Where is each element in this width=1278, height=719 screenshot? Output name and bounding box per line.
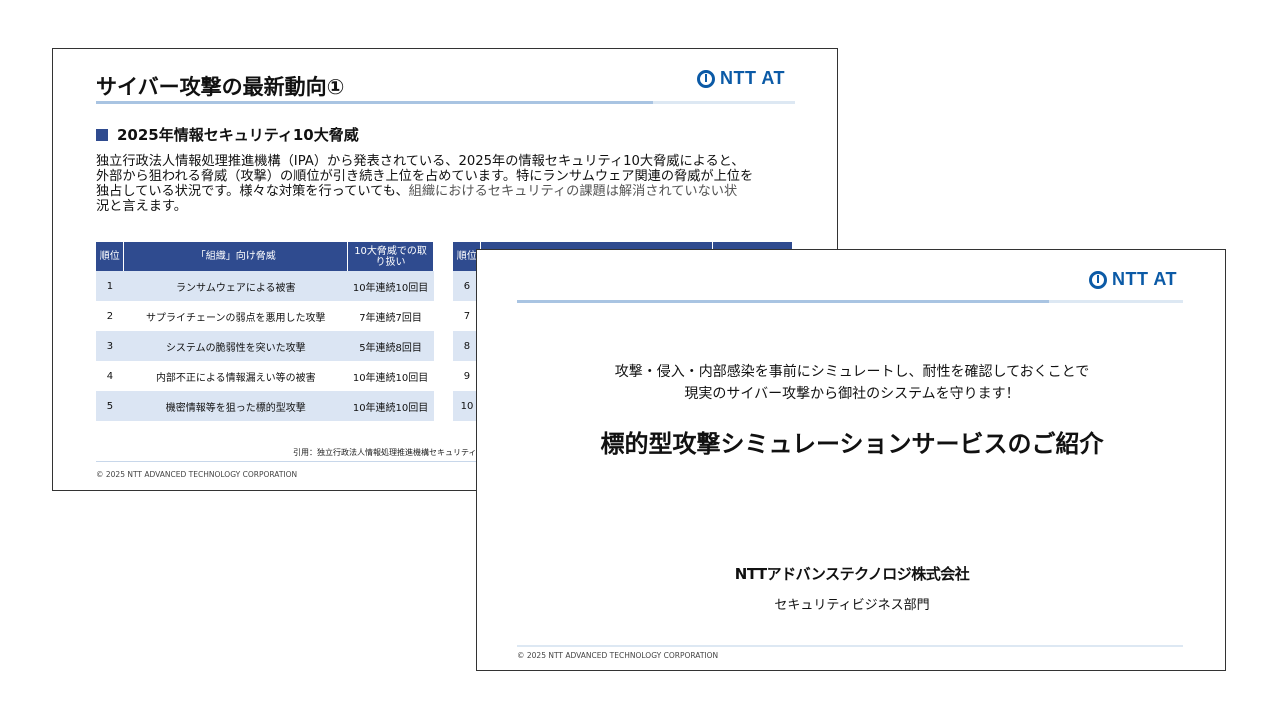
rank-cell: 5 — [96, 391, 124, 421]
slide-title: 標的型攻撃シミュレーションサービスのご紹介 — [600, 430, 1104, 458]
company-name: NTTアドバンステクノロジ株式会社 — [734, 565, 970, 583]
ntt-at-logo-icon — [697, 69, 715, 88]
square-bullet-icon — [96, 128, 108, 141]
department-name: セキュリティビジネス部門 — [774, 598, 930, 613]
table-row: 3 システムの脆弱性を突いた攻撃 5年連続8回目 — [96, 331, 434, 361]
threat-cell: ランサムウェアによる被害 — [123, 271, 348, 301]
subtitle-line: 攻撃・侵入・内部感染を事前にシミュレートし、耐性を確認しておくことで — [614, 364, 1090, 380]
company-logo: NTT AT — [1089, 269, 1177, 290]
threat-table-left: 順位 「組織」向け脅威 10大脅威での取り扱い 1 ランサムウェアによる被害 1… — [96, 242, 434, 421]
body-text-segment: 独占している状況です。様々な対策を行っていても、 — [96, 184, 409, 199]
logo-text: NTT AT — [720, 68, 785, 88]
threat-cell: 機密情報等を狙った標的型攻撃 — [123, 391, 348, 421]
front-slide[interactable]: NTT AT 攻撃・侵入・内部感染を事前にシミュレートし、耐性を確認しておくこと… — [476, 249, 1226, 671]
table-row: 1 ランサムウェアによる被害 10年連続10回目 — [96, 271, 434, 301]
threat-cell: システムの脆弱性を突いた攻撃 — [123, 331, 348, 361]
body-line: 独立行政法人情報処理推進機構（IPA）から発表されている、2025年の情報セキュ… — [96, 154, 745, 169]
rank-cell: 4 — [96, 361, 124, 391]
section-heading: 2025年情報セキュリティ10大脅威 — [96, 124, 359, 145]
body-text-segment: 組織におけるセキュリティの課題は解消されていない状 — [408, 184, 738, 199]
header-divider — [517, 300, 1183, 303]
logo-text: NTT AT — [1112, 269, 1177, 289]
history-cell: 10年連続10回目 — [347, 361, 434, 391]
column-header: 10大脅威での取り扱い — [347, 242, 434, 271]
body-line: 況と言えます。 — [96, 199, 187, 214]
history-cell: 5年連続8回目 — [347, 331, 434, 361]
subtitle-line: 現実のサイバー攻撃から御社のシステムを守ります！ — [684, 386, 1020, 402]
slide-title: サイバー攻撃の最新動向① — [96, 75, 345, 99]
body-line: 独占している状況です。様々な対策を行っていても、組織におけるセキュリティの課題は… — [96, 184, 806, 199]
rank-cell: 2 — [96, 301, 124, 331]
threat-cell: 内部不正による情報漏えい等の被害 — [123, 361, 348, 391]
citation: 引用：独立行政法人情報処理推進機構セキュリティセ — [293, 448, 485, 457]
table-row: 5 機密情報等を狙った標的型攻撃 10年連続10回目 — [96, 391, 434, 421]
footer-divider — [517, 645, 1183, 647]
body-line: 外部から狙われる脅威（攻撃）の順位が引き続き上位を占めています。特にランサムウェ… — [96, 169, 754, 184]
rank-cell: 1 — [96, 271, 124, 301]
history-cell: 10年連続10回目 — [347, 271, 434, 301]
copyright: © 2025 NTT ADVANCED TECHNOLOGY CORPORATI… — [517, 651, 719, 660]
company-logo: NTT AT — [697, 68, 785, 89]
history-cell: 7年連続7回目 — [347, 301, 434, 331]
ntt-at-logo-icon — [1089, 270, 1107, 289]
section-title: 2025年情報セキュリティ10大脅威 — [117, 126, 359, 144]
table-row: 2 サプライチェーンの弱点を悪用した攻撃 7年連続7回目 — [96, 301, 434, 331]
copyright: © 2025 NTT ADVANCED TECHNOLOGY CORPORATI… — [96, 470, 298, 479]
rank-cell: 3 — [96, 331, 124, 361]
threat-cell: サプライチェーンの弱点を悪用した攻撃 — [123, 301, 348, 331]
history-cell: 10年連続10回目 — [347, 391, 434, 421]
column-header: 「組織」向け脅威 — [123, 242, 349, 271]
body-paragraph: 独立行政法人情報処理推進機構（IPA）から発表されている、2025年の情報セキュ… — [96, 154, 806, 214]
title-divider — [96, 101, 795, 104]
table-row: 4 内部不正による情報漏えい等の被害 10年連続10回目 — [96, 361, 434, 391]
column-header: 順位 — [96, 242, 125, 271]
